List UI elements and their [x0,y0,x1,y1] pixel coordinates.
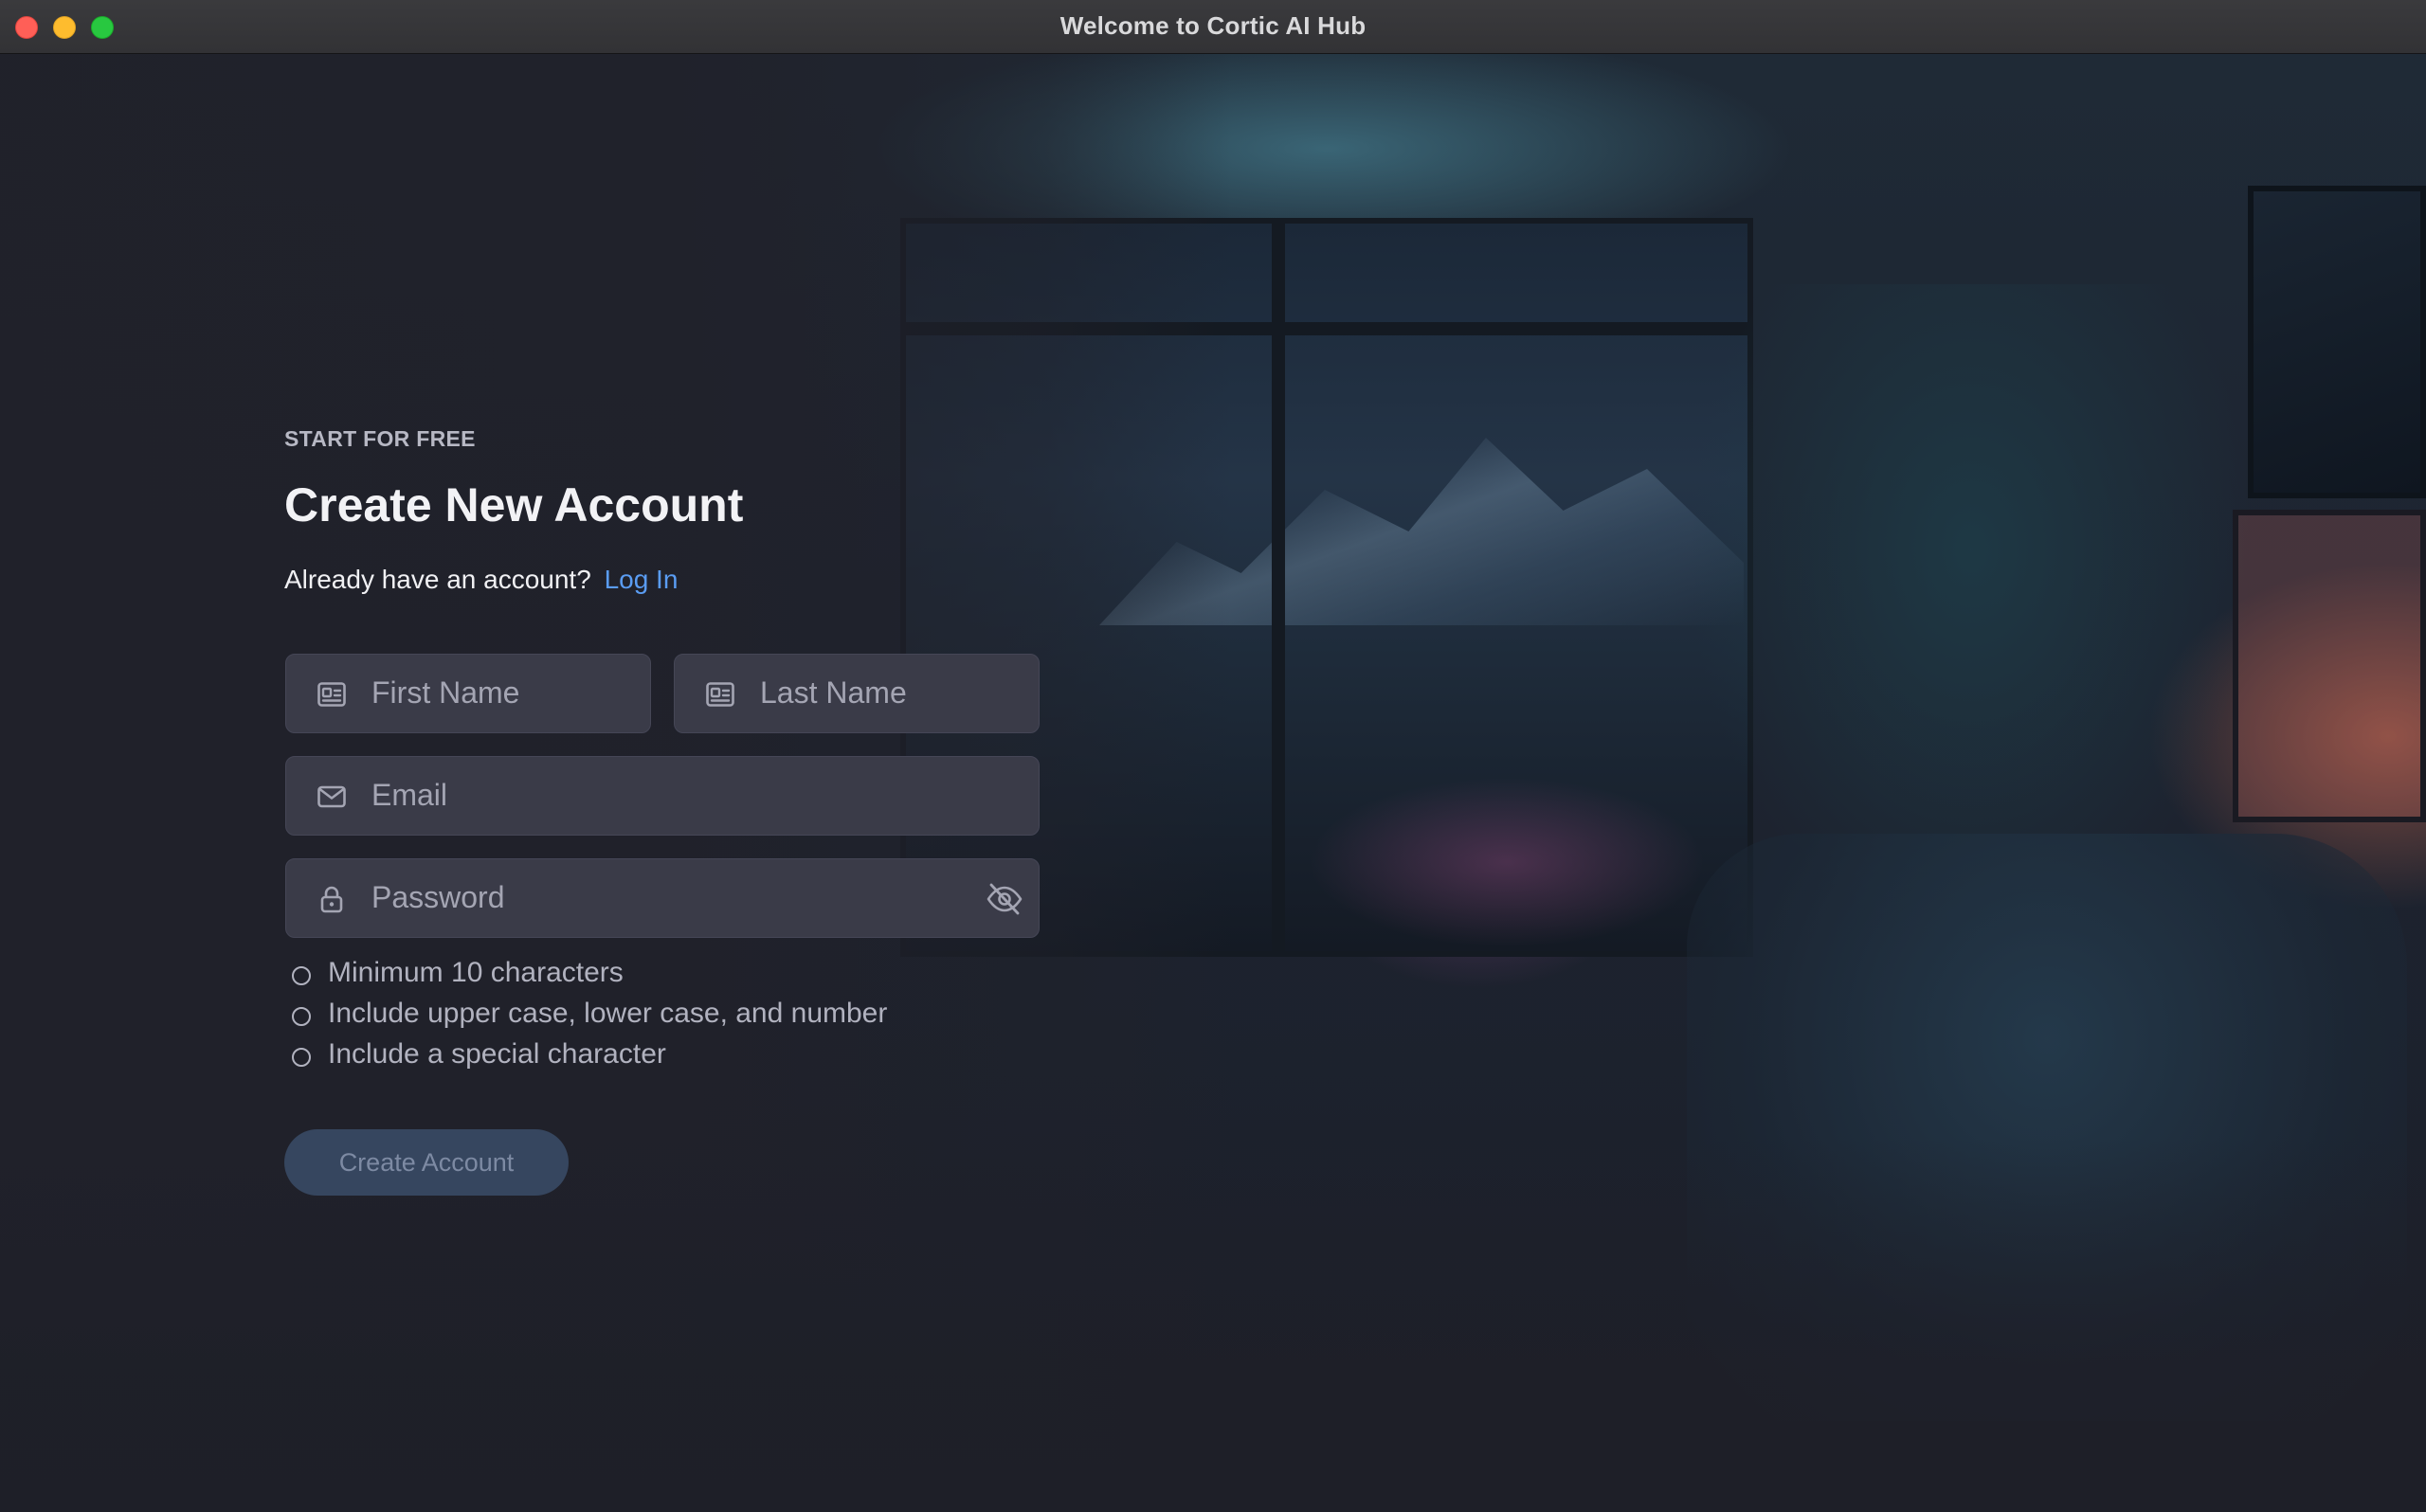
window-title: Welcome to Cortic AI Hub [1059,11,1367,40]
title-bar: Welcome to Cortic AI Hub [0,0,2426,54]
last-name-placeholder: Last Name [760,675,907,710]
first-name-field[interactable]: First Name [285,654,651,733]
requirement-text: Include upper case, lower case, and numb… [328,998,888,1029]
login-prompt-text: Already have an account? [284,565,591,594]
requirement-status-icon [292,1048,311,1067]
email-placeholder: Email [371,778,448,812]
requirement-item: Include a special character [292,1038,887,1079]
id-card-icon [706,682,734,707]
page-title: Create New Account [284,478,744,531]
first-name-placeholder: First Name [371,675,520,710]
mail-icon [317,785,346,808]
password-placeholder: Password [371,880,505,914]
last-name-field[interactable]: Last Name [674,654,1040,733]
eyebrow-label: START FOR FREE [284,426,476,451]
app-window: Welcome to Cortic AI Hub START FOR FREE … [0,0,2426,1512]
login-link[interactable]: Log In [605,565,679,594]
password-field[interactable]: Password [285,858,1040,938]
requirement-item: Include upper case, lower case, and numb… [292,998,887,1038]
requirement-text: Minimum 10 characters [328,957,624,988]
background-city-glow [1308,777,1706,947]
background-picture-frame [2248,186,2426,498]
requirement-item: Minimum 10 characters [292,957,887,998]
requirement-status-icon [292,1007,311,1026]
requirement-text: Include a special character [328,1038,666,1070]
background-picture-frame [2233,510,2426,822]
lock-icon [320,886,343,913]
requirement-status-icon [292,966,311,985]
eye-off-icon[interactable] [986,882,1023,916]
password-requirements: Minimum 10 characters Include upper case… [292,957,887,1079]
create-account-button[interactable]: Create Account [284,1129,569,1196]
email-field[interactable]: Email [285,756,1040,836]
login-prompt-line: Already have an account? Log In [284,565,678,595]
id-card-icon [317,682,346,707]
